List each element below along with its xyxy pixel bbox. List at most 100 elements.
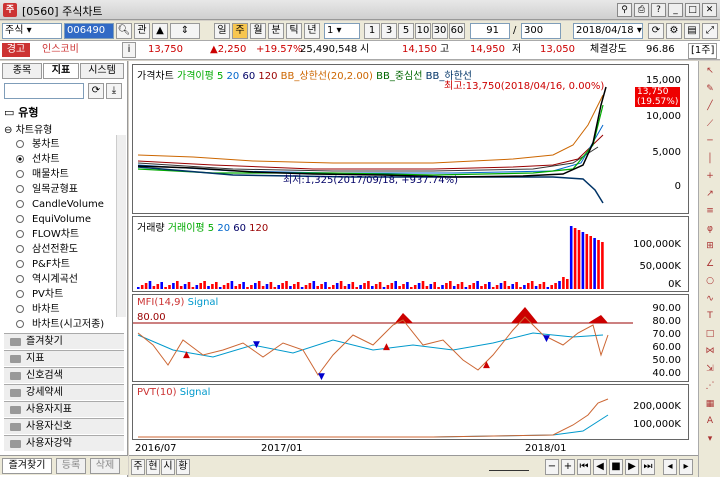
tab-systems[interactable]: 시스템 — [80, 63, 124, 79]
download-icon[interactable]: ⤓ — [106, 83, 122, 99]
chart-type-item[interactable]: PV차트 — [16, 287, 63, 302]
fan-icon[interactable]: ⋰ — [703, 380, 717, 392]
cursor-icon[interactable]: ↖ — [703, 65, 717, 77]
expand-icon[interactable]: ⤢ — [702, 23, 718, 39]
auto-icon[interactable]: A — [703, 415, 717, 427]
register-button[interactable]: 등록 — [56, 458, 86, 474]
chart-type-item[interactable]: 바차트(시고저종) — [16, 317, 104, 332]
vline-icon[interactable]: │ — [703, 153, 717, 165]
pvt-plot[interactable] — [133, 385, 633, 441]
delete-button[interactable]: 삭제 — [90, 458, 120, 474]
quick-1[interactable]: 1 — [364, 23, 380, 39]
first-icon[interactable]: ⏮ — [577, 459, 591, 475]
shape-icon[interactable]: □ — [703, 328, 717, 340]
market-select[interactable]: 주식 ▾ — [2, 23, 62, 39]
bottom-tab-status[interactable]: 황 — [176, 459, 190, 475]
eraser-icon[interactable]: ✎ — [703, 83, 717, 95]
prev-icon[interactable]: ◀ — [593, 459, 607, 475]
chart-type-item[interactable]: EquiVolume — [16, 212, 91, 227]
quick-10[interactable]: 10 — [415, 23, 431, 39]
chart-type-item[interactable]: P&F차트 — [16, 257, 70, 272]
chart-type-item[interactable]: 선차트 — [16, 152, 60, 167]
zoom-slider[interactable] — [489, 461, 529, 471]
chart-area[interactable]: 가격차트 가격이평 5 20 60 120 BB_상한선(20,2.00) BB… — [129, 61, 698, 455]
bottom-tab-current[interactable]: 현 — [146, 459, 160, 475]
quick-60[interactable]: 60 — [449, 23, 465, 39]
line-icon[interactable]: ╱ — [703, 100, 717, 112]
price-plot[interactable]: 최고:13,750(2018/04/16, 0.00%) 최저:1,325(20… — [133, 65, 633, 215]
indicator-search-input[interactable] — [4, 83, 84, 99]
arrow-icon[interactable]: ↗ — [703, 188, 717, 200]
help-icon[interactable]: ? — [651, 3, 666, 17]
tab-indicators[interactable]: 지표 — [43, 63, 79, 79]
tab-stocks[interactable]: 종목 — [2, 63, 42, 79]
chart-type-item[interactable]: 봉차트 — [16, 137, 60, 152]
fib-icon[interactable]: φ — [703, 223, 717, 235]
zoom-out-icon[interactable]: − — [545, 459, 559, 475]
zoom-in-icon[interactable]: + — [561, 459, 575, 475]
up-icon[interactable]: ▲ — [152, 23, 168, 39]
close-icon[interactable]: ✕ — [702, 3, 717, 17]
period-minute[interactable]: 분 — [268, 23, 284, 39]
period-day[interactable]: 일 — [214, 23, 230, 39]
hline-icon[interactable]: ─ — [703, 135, 717, 147]
refresh-icon[interactable]: ⟳ — [648, 23, 664, 39]
chart-type-item[interactable]: CandleVolume — [16, 197, 104, 212]
volume-plot[interactable] — [133, 217, 633, 293]
mfi-pane[interactable]: MFI(14,9) Signal 80.00 ▲ ▼ ▼ ▲ ▲ ▼ 90.00… — [132, 294, 689, 382]
date-picker[interactable]: 2018/04/18 ▾ — [573, 23, 643, 39]
interval-select[interactable]: 1 ▾ — [324, 23, 360, 39]
quick-3[interactable]: 3 — [381, 23, 397, 39]
last-icon[interactable]: ⏭ — [641, 459, 655, 475]
unit-badge[interactable]: [1주] — [688, 43, 718, 59]
more-icon[interactable]: ▾ — [703, 433, 717, 445]
text-icon[interactable]: T — [703, 310, 717, 322]
print-icon[interactable]: ⎙ — [634, 3, 649, 17]
maximize-icon[interactable]: □ — [685, 3, 700, 17]
minimize-icon[interactable]: _ — [668, 3, 683, 17]
gann-icon[interactable]: ⊞ — [703, 240, 717, 252]
spin-icon[interactable]: ⇕ — [170, 23, 200, 39]
link-icon[interactable]: ⚲ — [617, 3, 632, 17]
period-week[interactable]: 주 — [232, 23, 248, 39]
tree-scrollbar[interactable] — [116, 135, 126, 317]
favorites-tab[interactable]: 즐겨찾기 — [2, 458, 52, 474]
period-tick[interactable]: 틱 — [286, 23, 302, 39]
volume-pane[interactable]: 거래량 거래이평 5 20 60 120 100,000K 50,000K 0K — [132, 216, 689, 292]
bottom-tab-stock[interactable]: 주 — [131, 459, 145, 475]
cycle-icon[interactable]: ○ — [703, 275, 717, 287]
folder-item[interactable]: 사용자신호 — [4, 418, 124, 434]
angle-icon[interactable]: ∠ — [703, 258, 717, 270]
pattern-icon[interactable]: ⋈ — [703, 345, 717, 357]
bottom-tab-market[interactable]: 시 — [161, 459, 175, 475]
wave-icon[interactable]: ∿ — [703, 293, 717, 305]
channel-icon[interactable]: ≡ — [703, 205, 717, 217]
display-count-input[interactable]: 91 — [470, 23, 510, 39]
folder-item[interactable]: 즐겨찾기 — [4, 333, 124, 349]
chart-type-item[interactable]: 삼선전환도 — [16, 242, 78, 257]
chart-type-item[interactable]: 매물차트 — [16, 167, 69, 182]
period-month[interactable]: 월 — [250, 23, 266, 39]
period-year[interactable]: 년 — [304, 23, 320, 39]
folder-item[interactable]: 신호검색 — [4, 367, 124, 383]
layout-icon[interactable]: ▤ — [684, 23, 700, 39]
pvt-pane[interactable]: PVT(10) Signal 200,000K 100,000K — [132, 384, 689, 440]
folder-item[interactable]: 사용자강약 — [4, 435, 124, 451]
chart-type-item[interactable]: 바차트 — [16, 302, 60, 317]
quick-30[interactable]: 30 — [432, 23, 448, 39]
play-icon[interactable]: ▶ — [625, 459, 639, 475]
trend-icon[interactable]: ⟋ — [703, 118, 717, 130]
folder-item[interactable]: 사용자지표 — [4, 401, 124, 417]
info-button[interactable]: i — [122, 42, 136, 58]
chart-type-item[interactable]: 역시계곡선 — [16, 272, 78, 287]
chart-type-item[interactable]: FLOW차트 — [16, 227, 79, 242]
search-icon[interactable]: 🔍︎ — [116, 23, 132, 39]
scroll-left-icon[interactable]: ◂ — [663, 459, 677, 475]
quick-5[interactable]: 5 — [398, 23, 414, 39]
stop-icon[interactable]: ■ — [609, 459, 623, 475]
scroll-right-icon[interactable]: ▸ — [679, 459, 693, 475]
folder-item[interactable]: 강세약세 — [4, 384, 124, 400]
tree-group[interactable]: ⊖ 차트유형 — [4, 121, 52, 136]
chart-type-item[interactable]: 일목균형표 — [16, 182, 78, 197]
measure-icon[interactable]: ⇲ — [703, 363, 717, 375]
